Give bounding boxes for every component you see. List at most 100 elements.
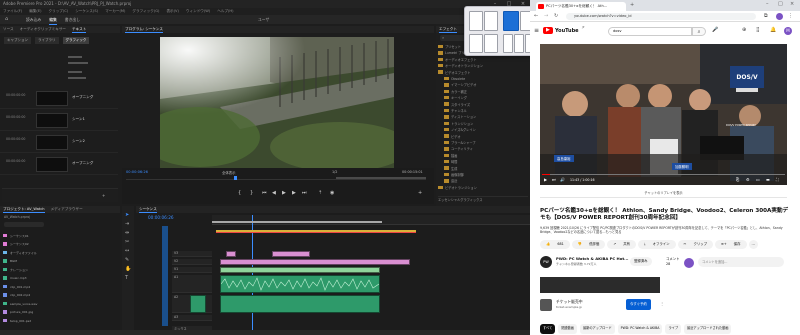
project-item[interactable]: picture_001.jpg <box>3 309 117 316</box>
track-header[interactable]: A1 <box>172 275 212 293</box>
youtube-search-input[interactable]: dosv <box>608 27 692 36</box>
chip-recent[interactable]: 最近アップロードされた動画 <box>684 324 732 334</box>
menu-window[interactable]: ウィンドウ(W) <box>186 8 210 15</box>
tab-text[interactable]: テキスト <box>72 26 87 33</box>
pen-icon[interactable]: ✎ <box>125 257 129 263</box>
apps-grid-icon[interactable]: ⣿ <box>756 27 760 33</box>
effects-item[interactable]: オーディオトランジション <box>438 63 483 68</box>
effects-item[interactable]: トランジション <box>444 121 473 126</box>
snap-zone[interactable] <box>469 34 483 53</box>
create-video-icon[interactable]: ⊕ <box>742 27 746 33</box>
effects-item[interactable]: チャンネル <box>444 108 467 113</box>
chip-related[interactable]: 関連動画 <box>558 324 577 334</box>
maximize-icon[interactable]: □ <box>778 1 783 7</box>
lift-icon[interactable]: ⇡ <box>318 190 322 196</box>
project-item[interactable]: music.mp3 <box>3 275 117 282</box>
menu-file[interactable]: ファイル(F) <box>3 8 22 15</box>
chrome-menu-icon[interactable]: ⋮ <box>788 13 793 19</box>
effects-item[interactable]: 遠近 <box>444 178 457 183</box>
add-button-icon[interactable]: + <box>418 190 422 196</box>
theater-mode-icon[interactable]: ▬ <box>766 177 770 182</box>
forward-icon[interactable]: → <box>544 13 548 19</box>
tab-effects[interactable]: エフェクト <box>439 26 457 33</box>
effects-footer-item[interactable]: エッセンシャルグラフィックス <box>438 196 528 202</box>
snap-zone[interactable] <box>503 34 513 53</box>
volume-icon[interactable]: 🔊 <box>560 177 565 182</box>
effects-item[interactable]: イマーシブビデオ <box>444 82 476 87</box>
tab-project[interactable]: プロジェクト: AV_Watch <box>3 206 45 213</box>
project-item[interactable]: シーケンス02 <box>3 241 117 248</box>
effects-item[interactable]: Obsolete <box>444 76 465 81</box>
effects-item[interactable]: ディストーション <box>444 114 476 119</box>
settings-gear-icon[interactable]: ⚙ <box>746 177 750 182</box>
save-button[interactable]: ≡+ 保存 <box>715 240 747 249</box>
play-icon[interactable]: ▶ <box>282 190 286 196</box>
track-header[interactable]: V3 <box>172 251 212 257</box>
clip-button[interactable]: ✂ クリップ <box>677 240 713 249</box>
share-button[interactable]: ↗ 共有 <box>607 240 636 249</box>
chip-latest[interactable]: 最新のアップロード <box>579 324 615 334</box>
effects-item[interactable]: キーイング <box>444 95 467 100</box>
progress-bar[interactable] <box>542 174 785 175</box>
audio-clip[interactable] <box>220 295 380 313</box>
reload-icon[interactable]: ↻ <box>554 13 558 19</box>
project-item[interactable]: clip_001.mp4 <box>3 283 117 290</box>
more-actions-button[interactable]: … <box>748 240 758 249</box>
tab-audio-clip-mixer[interactable]: オーディオクリップミキサー <box>20 26 66 33</box>
menu-edit[interactable]: 編集(E) <box>29 8 41 15</box>
ad-cta-button[interactable]: 今すぐ予約 <box>626 299 651 310</box>
effects-item[interactable]: 生成 <box>444 166 457 171</box>
youtube-logo-icon[interactable]: ▶ <box>543 27 553 34</box>
tab-media-browser[interactable]: メディアブラウザー <box>51 206 83 213</box>
workspace-edit[interactable]: 編集 <box>49 15 57 25</box>
video-clip[interactable] <box>220 267 380 273</box>
effects-item[interactable]: 画像制御 <box>444 172 464 177</box>
fullscreen-icon[interactable]: ⛶ <box>776 177 779 182</box>
step-back-icon[interactable]: ⏮ <box>262 190 267 196</box>
menu-help[interactable]: ヘルプ(H) <box>217 8 233 15</box>
subscribe-button[interactable]: 登録済み <box>630 257 652 266</box>
home-icon[interactable]: ⌂ <box>5 15 8 24</box>
track-select-icon[interactable]: ⇥ <box>125 221 129 227</box>
project-search-input[interactable] <box>4 222 44 227</box>
menu-marker[interactable]: マーカー(M) <box>105 8 125 15</box>
monitor-quality-select[interactable]: 1/2 <box>332 170 337 174</box>
chat-replay-toggle[interactable]: チャットのリプレイを表示 <box>540 190 787 198</box>
graphics-clip[interactable] <box>272 251 310 257</box>
menu-clip[interactable]: クリップ(C) <box>49 8 69 15</box>
selection-tool-icon[interactable]: ➤ <box>125 212 129 218</box>
caption-row[interactable]: 00:00:00:00 オープニング <box>0 88 118 109</box>
ripple-edit-icon[interactable]: ⇹ <box>125 230 129 236</box>
mark-out-icon[interactable]: } <box>250 190 253 196</box>
video-player[interactable]: DOS/V 高島康裕 加藤勝明 DOS/V POWER REPORT ▶ ⏭ 🔊… <box>540 44 787 185</box>
graphics-clip[interactable] <box>226 251 236 257</box>
play-icon[interactable]: ▶ <box>544 177 547 182</box>
search-button[interactable]: ⌕ <box>692 27 706 36</box>
frame-forward-icon[interactable]: ▶ <box>292 190 296 196</box>
caption-row[interactable]: 00:00:00:00 オープニング <box>0 154 118 175</box>
close-icon[interactable]: × <box>790 1 794 7</box>
project-item[interactable]: ナレーション <box>3 266 117 273</box>
project-item[interactable]: シーケンス01 <box>3 232 117 239</box>
step-forward-icon[interactable]: ⏭ <box>302 190 307 196</box>
track-header[interactable]: V2 <box>172 259 212 265</box>
address-bar[interactable]: youtube.com/watch?v=video_id <box>566 13 756 20</box>
effects-item[interactable]: プリセット <box>438 44 461 49</box>
notifications-bell-icon[interactable]: 🔔 <box>770 27 776 33</box>
effects-item[interactable]: ビデオトランジション <box>438 185 477 190</box>
workspace-import[interactable]: 読み込み <box>26 15 41 25</box>
comment-input[interactable]: コメントを追加… <box>698 257 784 267</box>
snap-zone[interactable] <box>484 34 498 53</box>
project-item[interactable]: BGM <box>3 258 117 265</box>
like-button[interactable]: 👍 681 <box>540 240 570 249</box>
channel-avatar[interactable]: PW <box>540 256 552 268</box>
effects-item[interactable]: ビデオ <box>444 134 461 139</box>
effects-item[interactable]: 時間 <box>444 159 457 164</box>
captions-icon[interactable]: ⎘ <box>736 177 739 182</box>
new-tab-icon[interactable]: + <box>630 2 634 8</box>
effects-item[interactable]: オーディオエフェクト <box>438 57 477 62</box>
add-icon[interactable]: + <box>102 193 105 198</box>
workspace-export[interactable]: 書き出し <box>65 15 80 25</box>
track-header[interactable]: V1 <box>172 267 212 273</box>
chip-all[interactable]: すべて <box>540 324 556 334</box>
